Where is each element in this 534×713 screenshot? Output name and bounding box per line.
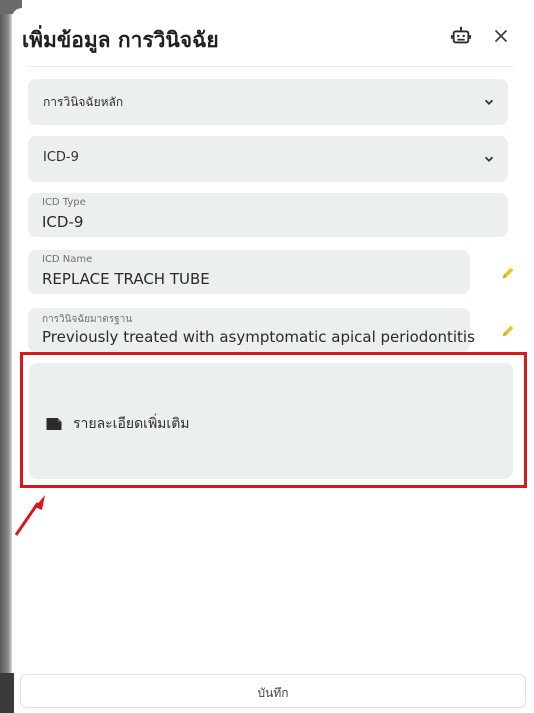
icd-name-value: REPLACE TRACH TUBE xyxy=(42,270,210,288)
chevron-down-icon xyxy=(484,156,494,162)
pencil-icon[interactable] xyxy=(500,265,516,281)
window-bottom-edge xyxy=(0,673,14,713)
save-button-label: บันทึก xyxy=(257,686,289,700)
chevron-down-icon xyxy=(484,99,494,105)
additional-details-row: รายละเอียดเพิ่มเติม xyxy=(45,413,190,435)
header-divider xyxy=(28,66,514,67)
additional-details-label: รายละเอียดเพิ่มเติม xyxy=(73,416,190,432)
window-edge xyxy=(0,0,12,713)
icd-version-value: ICD-9 xyxy=(43,150,79,165)
close-icon[interactable] xyxy=(490,25,512,47)
icd-type-label: ICD Type xyxy=(42,197,86,208)
diagnosis-type-select[interactable]: การวินิจฉัยหลัก xyxy=(28,79,508,125)
icd-version-select[interactable]: ICD-9 xyxy=(28,136,508,182)
screen: เพิ่มข้อมูล การวินิจฉัย การวินิจฉัยหลัก … xyxy=(0,0,534,713)
dialog-title: เพิ่มข้อมูล การวินิจฉัย xyxy=(22,28,219,52)
icd-type-value: ICD-9 xyxy=(42,213,84,231)
save-button[interactable]: บันทึก xyxy=(20,674,526,708)
robot-icon[interactable] xyxy=(450,25,472,47)
standard-diagnosis-label: การวินิจฉัยมาตรฐาน xyxy=(42,314,133,325)
dialog-header: เพิ่มข้อมูล การวินิจฉัย xyxy=(22,22,512,62)
icd-name-label: ICD Name xyxy=(42,254,93,265)
standard-diagnosis-field[interactable]: การวินิจฉัยมาตรฐาน Previously treated wi… xyxy=(28,308,475,352)
icd-name-field[interactable]: ICD Name REPLACE TRACH TUBE xyxy=(28,250,470,294)
icd-type-field[interactable]: ICD Type ICD-9 xyxy=(28,193,508,237)
standard-diagnosis-value: Previously treated with asymptomatic api… xyxy=(42,328,475,346)
additional-details-panel[interactable]: รายละเอียดเพิ่มเติม xyxy=(29,363,513,479)
pencil-icon[interactable] xyxy=(500,323,516,339)
note-icon xyxy=(46,418,62,430)
diagnosis-type-value: การวินิจฉัยหลัก xyxy=(43,95,124,109)
